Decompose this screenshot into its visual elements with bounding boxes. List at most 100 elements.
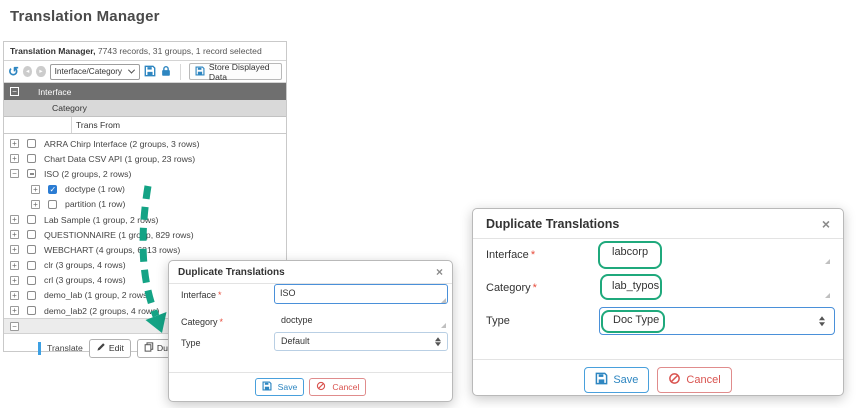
view-select[interactable]: Interface/Category [50, 64, 140, 80]
interface-field[interactable]: ISO [274, 284, 448, 304]
save-button[interactable]: Save [584, 367, 649, 393]
save-button[interactable]: Save [255, 378, 305, 396]
cancel-button[interactable]: Cancel [657, 367, 731, 393]
store-displayed-data-button[interactable]: Store Displayed Data [189, 63, 282, 80]
row-checkbox[interactable] [27, 169, 36, 178]
category-field[interactable]: doctype [274, 312, 448, 329]
row-checkbox[interactable] [27, 154, 36, 163]
record-summary-title: Translation Manager, [10, 46, 95, 56]
close-icon[interactable]: × [822, 216, 830, 232]
save-icon [195, 66, 205, 78]
row-label: ISO (2 groups, 2 rows) [44, 169, 131, 179]
cancel-icon [668, 372, 681, 388]
row-checkbox[interactable] [27, 261, 36, 270]
prev-page-icon[interactable]: ◂ [23, 66, 32, 77]
expand-icon[interactable]: + [10, 261, 19, 270]
required-marker: * [220, 317, 224, 327]
row-label: demo_lab (1 group, 2 rows) [44, 290, 150, 300]
dialog-footer-divider [473, 359, 843, 360]
category-field[interactable]: lab_typos [599, 273, 835, 299]
row-label: Lab Sample (1 group, 2 rows) [44, 215, 158, 225]
resize-grip-icon[interactable] [825, 259, 830, 264]
dialog-footer-divider [169, 372, 452, 373]
next-page-icon[interactable]: ▸ [36, 66, 45, 77]
interface-label-text: Interface [486, 249, 529, 261]
expand-icon[interactable]: + [10, 154, 19, 163]
edit-button[interactable]: Edit [89, 339, 131, 358]
dialog-footer: Save Cancel [169, 378, 452, 396]
record-summary-counts: 7743 records, 31 groups, 1 record select… [95, 46, 261, 56]
save-button-label: Save [278, 382, 298, 392]
required-marker: * [531, 249, 535, 261]
column-header-trans-from: Trans From [4, 117, 286, 134]
row-checkbox[interactable] [27, 215, 36, 224]
tree-row[interactable]: + ARRA Chirp Interface (2 groups, 3 rows) [4, 136, 286, 151]
save-layout-icon[interactable] [144, 65, 156, 79]
grid-toolbar: ↺ ◂ ▸ Interface/Category Store Displayed… [4, 61, 286, 83]
expand-icon[interactable]: + [10, 215, 19, 224]
tree-row[interactable]: + Lab Sample (1 group, 2 rows) [4, 212, 286, 227]
row-label: doctype (1 row) [65, 184, 125, 194]
collapse-icon[interactable]: − [10, 169, 19, 178]
tree-row[interactable]: + WEBCHART (4 groups, 6813 rows) [4, 242, 286, 257]
toolbar-divider [180, 64, 181, 80]
lock-icon[interactable] [160, 65, 172, 79]
expand-icon[interactable]: + [10, 291, 19, 300]
row-label: QUESTIONNAIRE (1 group, 829 rows) [44, 230, 194, 240]
type-select[interactable]: Doc Type [599, 307, 835, 335]
refresh-icon[interactable]: ↺ [8, 65, 19, 78]
expand-icon[interactable]: + [10, 276, 19, 285]
copy-icon [144, 342, 154, 354]
expand-icon[interactable]: + [10, 245, 19, 254]
resize-grip-icon[interactable] [441, 298, 446, 303]
close-icon[interactable]: × [436, 265, 443, 279]
collapse-all-icon[interactable]: − [10, 87, 19, 96]
row-checkbox[interactable] [48, 200, 57, 209]
accent-bar [38, 342, 41, 355]
expand-icon[interactable]: + [10, 230, 19, 239]
expand-icon[interactable]: + [10, 139, 19, 148]
duplicate-translations-dialog-small: Duplicate Translations × Interface* ISO … [168, 260, 453, 402]
tree-row[interactable]: +Chart Data CSV API (1 group, 23 rows) [4, 151, 286, 166]
type-field-label: Type [181, 338, 201, 348]
row-checkbox[interactable] [27, 230, 36, 239]
row-checkbox[interactable] [27, 306, 36, 315]
row-checkbox[interactable] [27, 276, 36, 285]
select-arrows-icon [435, 337, 441, 347]
resize-grip-icon[interactable] [441, 323, 446, 328]
tree-row[interactable]: + QUESTIONNAIRE (1 group, 829 rows) [4, 227, 286, 242]
cancel-button[interactable]: Cancel [309, 378, 366, 396]
row-checkbox[interactable] [27, 245, 36, 254]
expand-icon[interactable]: + [31, 200, 40, 209]
edit-button-label: Edit [109, 343, 124, 353]
resize-grip-icon[interactable] [825, 293, 830, 298]
type-select-value: Doc Type [613, 314, 659, 326]
row-checkbox[interactable] [27, 139, 36, 148]
dialog-title: Duplicate Translations [178, 267, 285, 278]
group-header-category: Category [4, 100, 286, 117]
collapse-icon[interactable]: − [10, 322, 19, 331]
cancel-button-label: Cancel [332, 382, 359, 392]
cancel-button-label: Cancel [686, 374, 720, 386]
type-select[interactable]: Default [274, 332, 448, 351]
row-label: crl (3 groups, 4 rows) [44, 275, 126, 285]
translate-label: Translate [47, 343, 83, 353]
row-label: demo_lab2 (2 groups, 4 rows) [44, 306, 159, 316]
tree-row[interactable]: + doctype (1 row) [4, 182, 286, 197]
tree-row[interactable]: − ISO (2 groups, 2 rows) [4, 166, 286, 181]
select-arrows-icon [819, 316, 825, 326]
tree-row[interactable]: +partition (1 row) [4, 197, 286, 212]
expand-icon[interactable]: + [31, 185, 40, 194]
interface-field[interactable]: labcorp [599, 239, 835, 265]
required-marker: * [218, 290, 222, 300]
group-header-interface: − Interface [4, 83, 286, 100]
record-summary: Translation Manager, 7743 records, 31 gr… [4, 42, 286, 61]
expand-icon[interactable]: + [10, 306, 19, 315]
row-checkbox[interactable] [48, 185, 57, 194]
row-label: WEBCHART (4 groups, 6813 rows) [44, 245, 180, 255]
type-select-value: Default [281, 336, 310, 346]
row-checkbox[interactable] [27, 291, 36, 300]
row-label: ARRA Chirp Interface (2 groups, 3 rows) [44, 139, 199, 149]
dialog-header: Duplicate Translations × [473, 209, 843, 239]
interface-label-text: Interface [181, 290, 216, 300]
